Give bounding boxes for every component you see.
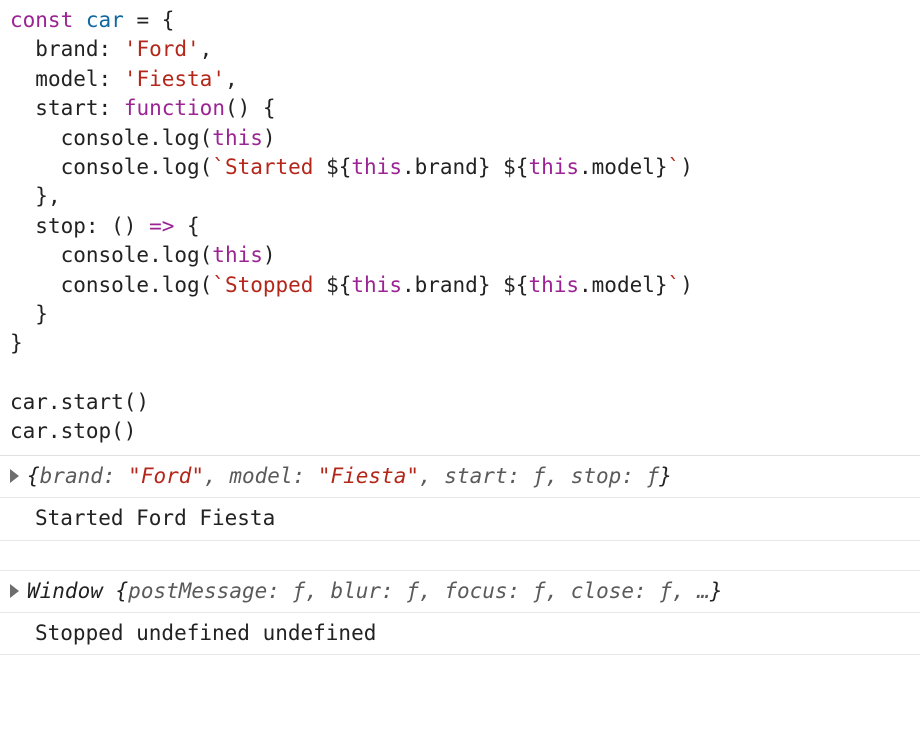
- string-ford: 'Ford': [124, 37, 200, 61]
- keyword-this: this: [212, 243, 263, 267]
- string-fiesta: 'Fiesta': [124, 67, 225, 91]
- console-object-preview: Window {postMessage: ƒ, blur: ƒ, focus: …: [27, 577, 723, 606]
- console-log-stopped: Stopped undefined undefined: [0, 613, 920, 655]
- console-text: Stopped undefined undefined: [35, 619, 376, 648]
- console-text: Started Ford Fiesta: [35, 504, 275, 533]
- disclosure-triangle-icon[interactable]: [10, 584, 19, 598]
- code-editor[interactable]: const car = { brand: 'Ford', model: 'Fie…: [0, 0, 920, 456]
- console-log-started: Started Ford Fiesta: [0, 498, 920, 540]
- prop-brand: brand: [35, 37, 98, 61]
- console-log-object-car[interactable]: {brand: "Ford", model: "Fiesta", start: …: [0, 456, 920, 498]
- keyword-function: function: [124, 96, 225, 120]
- prop-stop: stop: [35, 214, 86, 238]
- call-stop: car.stop(): [10, 419, 136, 443]
- disclosure-triangle-icon[interactable]: [10, 469, 19, 483]
- call-start: car.start(): [10, 390, 149, 414]
- console-blank-row: [0, 541, 920, 571]
- punct: = {: [124, 8, 175, 32]
- arrow-token: =>: [149, 214, 174, 238]
- keyword-this: this: [212, 126, 263, 150]
- console-object-preview: {brand: "Ford", model: "Fiesta", start: …: [27, 462, 672, 491]
- console-log-object-window[interactable]: Window {postMessage: ƒ, blur: ƒ, focus: …: [0, 571, 920, 613]
- identifier-car: car: [86, 8, 124, 32]
- prop-model: model: [35, 67, 98, 91]
- prop-start: start: [35, 96, 98, 120]
- keyword-const: const: [10, 8, 73, 32]
